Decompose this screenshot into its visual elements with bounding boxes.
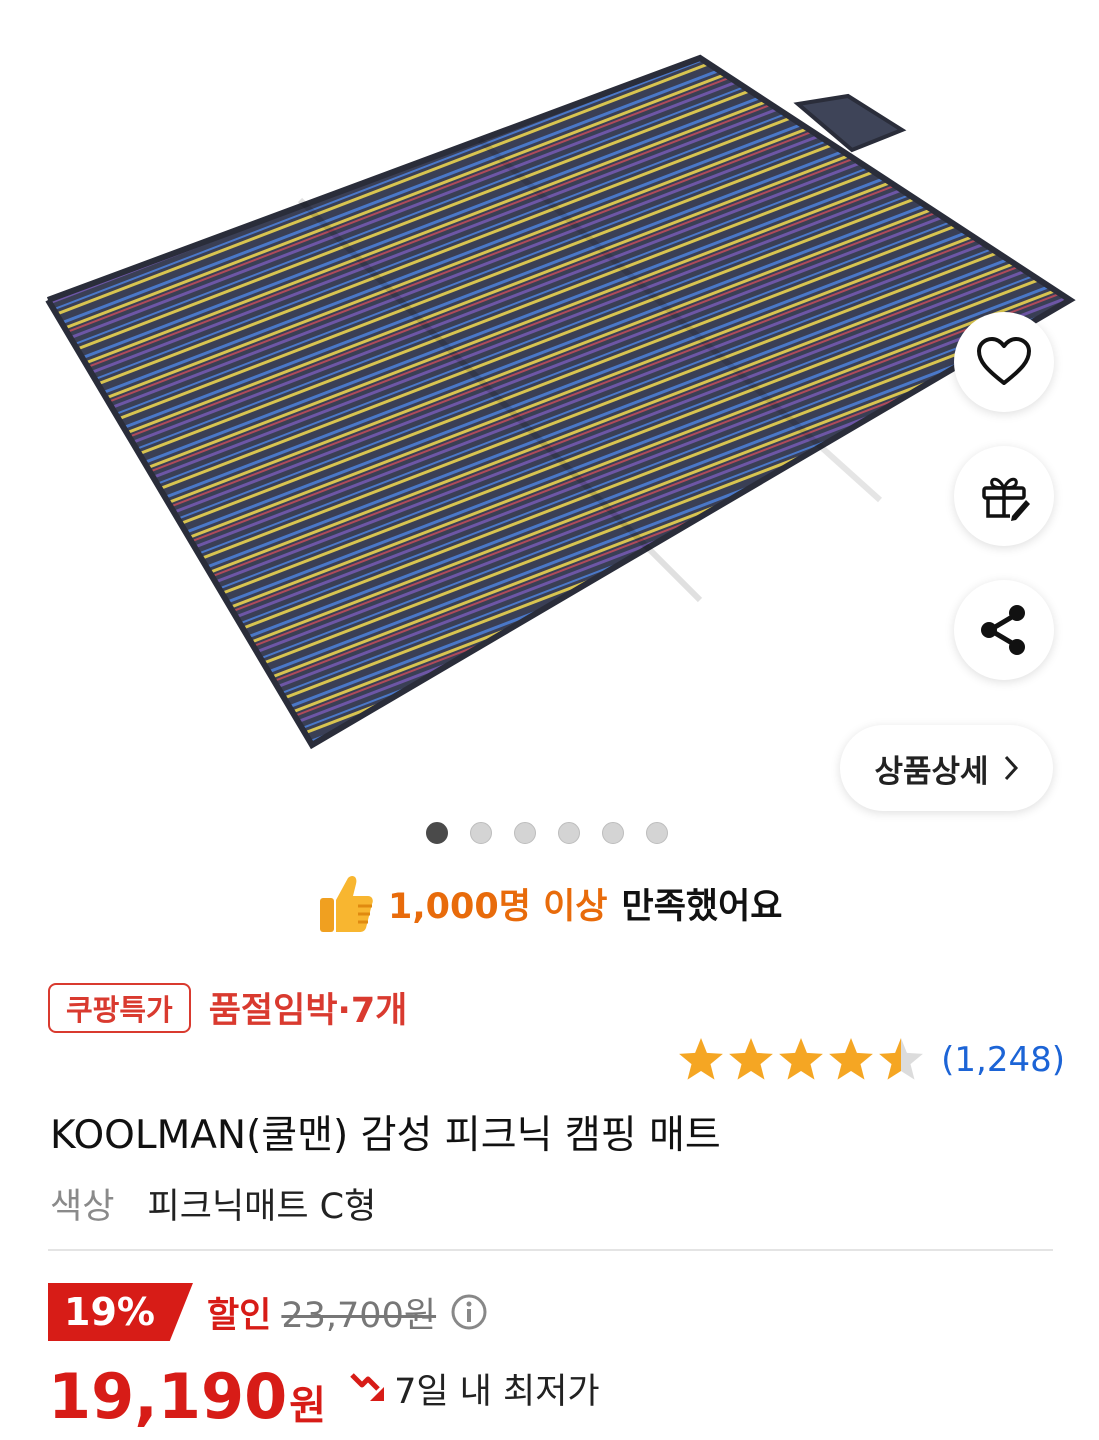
option-key: 색상: [50, 1187, 115, 1227]
original-price: 23,700원: [281, 1295, 437, 1336]
review-count[interactable]: (1,248): [941, 1040, 1065, 1080]
product-title: KOOLMAN(쿨맨) 감성 피크닉 캠핑 매트: [50, 1113, 721, 1158]
badge-row: 쿠팡특가 품절임박·7개: [48, 982, 407, 1033]
current-price: 19,190: [48, 1360, 288, 1433]
rating[interactable]: (1,248): [677, 1036, 1065, 1084]
share-icon: [981, 605, 1025, 655]
star-icon: [729, 1038, 774, 1080]
price-row: 19,190 원 7일 내 최저가: [48, 1352, 600, 1433]
gallery-pagination: [0, 822, 1099, 848]
product-image[interactable]: [0, 0, 1099, 800]
info-button[interactable]: [450, 1293, 488, 1331]
currency-label: 원: [289, 1383, 327, 1429]
satisfaction-text: 만족했어요: [621, 886, 783, 927]
share-button[interactable]: [954, 580, 1054, 680]
info-icon: [451, 1294, 487, 1330]
pagination-dot[interactable]: [426, 822, 448, 844]
product-image-gallery[interactable]: [0, 0, 1099, 800]
product-detail-label: 상품상세: [874, 753, 989, 790]
pagination-dot[interactable]: [646, 822, 668, 844]
star-rating: [679, 1038, 924, 1080]
star-icon: [829, 1038, 874, 1080]
coupang-special-badge: 쿠팡특가: [48, 982, 191, 1033]
gift-icon: [982, 477, 1030, 521]
pagination-dot[interactable]: [558, 822, 580, 844]
star-icon: [879, 1038, 924, 1080]
satisfaction-count: 1,000명 이상: [388, 886, 608, 927]
sale-label: 할인: [206, 1295, 272, 1336]
heart-icon: [977, 337, 1031, 385]
lowest-price-label: 7일 내 최저가: [394, 1372, 600, 1412]
product-detail-button[interactable]: 상품상세: [840, 725, 1053, 811]
satisfaction-banner: 1,000명 이상 만족했어요: [318, 868, 783, 938]
stock-status: 품절임박·7개: [208, 991, 408, 1031]
trend-down-icon: [350, 1372, 385, 1401]
gift-button[interactable]: [954, 446, 1054, 546]
wishlist-button[interactable]: [954, 312, 1054, 412]
product-option: 색상 피크닉매트 C형: [50, 1178, 376, 1229]
thumbs-up-icon: [320, 876, 373, 932]
option-value: 피크닉매트 C형: [147, 1187, 377, 1227]
discount-row: 19% 할인 23,700원: [48, 1282, 488, 1342]
chevron-right-icon: [1004, 755, 1018, 781]
divider: [48, 1249, 1053, 1251]
pagination-dot[interactable]: [602, 822, 624, 844]
lowest-price-tag: 7일 내 최저가: [348, 1363, 600, 1414]
discount-badge: 19%: [48, 1283, 193, 1341]
pagination-dot[interactable]: [470, 822, 492, 844]
star-icon: [679, 1038, 724, 1080]
star-icon: [779, 1038, 824, 1080]
pagination-dot[interactable]: [514, 822, 536, 844]
